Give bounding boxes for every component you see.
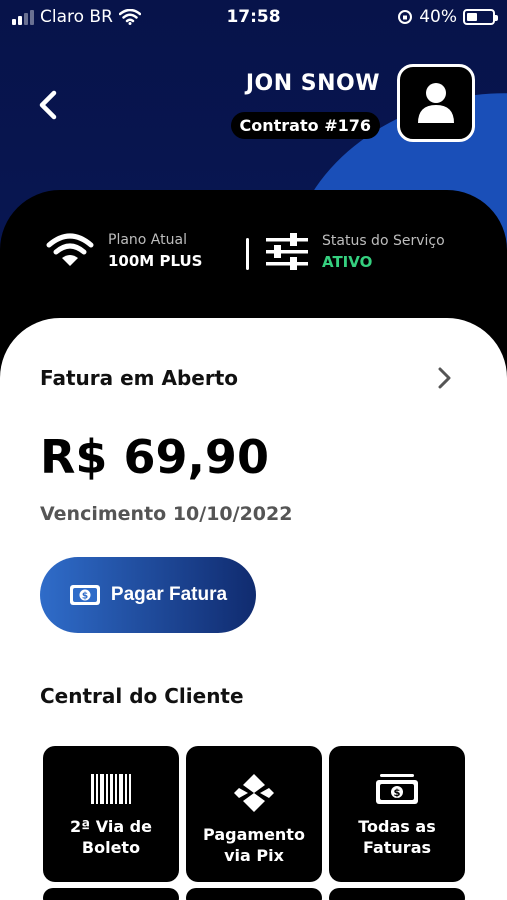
tile-next-row-1[interactable] [43,888,179,900]
back-arrow-icon[interactable] [30,85,70,125]
current-plan: Plano Atual 100M PLUS [46,232,202,270]
due-date: Vencimento 10/10/2022 [40,503,293,525]
tile-pix[interactable]: Pagamento via Pix [186,746,322,882]
tile-pix-label: Pagamento via Pix [203,825,305,865]
tile-all-invoices-label: Todas as Faturas [358,817,436,857]
open-invoice-title[interactable]: Fatura em Aberto [40,366,238,390]
rotation-lock-icon [398,10,413,24]
tile-next-row-3[interactable] [329,888,465,900]
tile-boleto[interactable]: 2ª Via de Boleto [43,746,179,882]
divider [246,238,249,270]
plan-value: 100M PLUS [108,252,203,270]
user-icon [418,83,454,123]
avatar[interactable] [397,64,475,142]
chevron-right-icon[interactable] [432,366,456,390]
wifi-icon [46,233,94,266]
pay-invoice-button[interactable]: $ Pagar Fatura [40,557,256,633]
status-label: Status do Serviço [322,233,445,249]
battery-percentage: 40% [419,7,457,27]
invoice-amount: R$ 69,90 [40,430,269,484]
battery-icon [463,9,498,25]
svg-text:$: $ [394,788,401,799]
app-screen: Claro BR 17:58 40% JON SNOW Contrato #17… [0,0,507,900]
sliders-icon [266,233,308,270]
plan-label: Plano Atual [108,232,187,248]
pay-invoice-label: Pagar Fatura [110,584,228,605]
money-stack-icon: $ [376,774,418,804]
svg-text:$: $ [82,592,88,602]
customer-center-title: Central do Cliente [40,684,244,708]
battery-fill [467,13,477,21]
contract-badge: Contrato #176 [230,112,380,139]
status-value: ATIVO [322,253,373,271]
service-status: Status do Serviço ATIVO [266,232,445,272]
money-icon: $ [69,585,100,605]
status-right: 40% [397,7,498,27]
pix-icon [234,774,274,812]
user-name: JON SNOW [245,71,380,96]
tile-next-row-2[interactable] [186,888,322,900]
status-bar: Claro BR 17:58 40% [0,0,507,36]
tile-boleto-label: 2ª Via de Boleto [70,817,152,857]
barcode-icon [91,774,131,804]
tile-all-invoices[interactable]: $ Todas as Faturas [329,746,465,882]
